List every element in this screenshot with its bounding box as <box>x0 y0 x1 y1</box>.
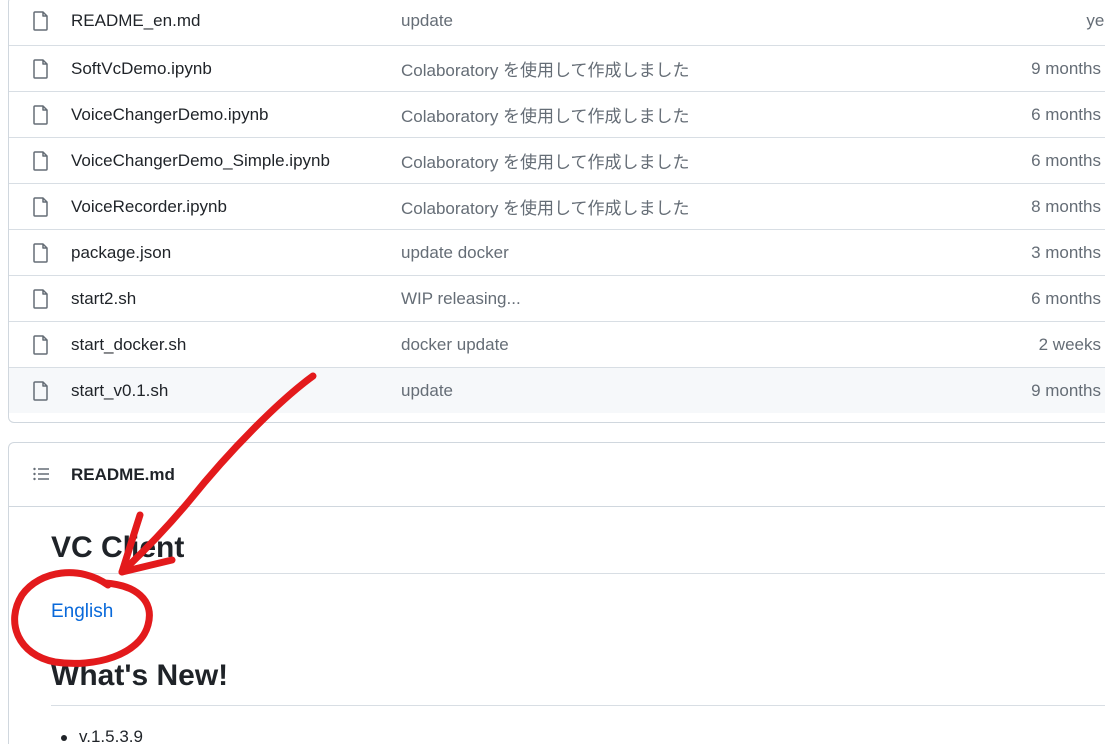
file-row[interactable]: package.json update docker 3 months <box>9 229 1105 275</box>
commit-date: 8 months <box>1031 196 1101 216</box>
page: README_en.md update yeste SoftVcDemo.ipy… <box>0 0 1105 744</box>
file-name[interactable]: start_v0.1.sh <box>71 381 168 401</box>
commit-message[interactable]: docker update <box>401 335 509 355</box>
commit-message[interactable]: Colaboratory を使用して作成しました <box>401 102 690 127</box>
file-row[interactable]: start2.sh WIP releasing... 6 months <box>9 275 1105 321</box>
file-icon <box>33 380 48 401</box>
commit-message[interactable]: update <box>401 11 453 31</box>
readme-header: README.md <box>9 443 1105 507</box>
readme-heading: VC Client <box>51 531 185 564</box>
commit-message[interactable]: update <box>401 381 453 401</box>
file-row[interactable]: VoiceChangerDemo_Simple.ipynb Colaborato… <box>9 137 1105 183</box>
english-link[interactable]: English <box>51 601 113 623</box>
commit-message[interactable]: update docker <box>401 243 509 263</box>
bullet <box>61 734 67 741</box>
file-icon <box>33 334 48 355</box>
file-icon <box>33 288 48 309</box>
file-icon <box>33 58 48 79</box>
file-name[interactable]: VoiceChangerDemo_Simple.ipynb <box>71 151 330 171</box>
divider <box>51 705 1105 706</box>
divider <box>51 573 1105 574</box>
section-heading: What's New! <box>51 659 229 692</box>
readme-panel: README.md VC Client English What's New! … <box>8 442 1105 744</box>
commit-date: 9 months <box>1031 380 1101 400</box>
readme-title[interactable]: README.md <box>71 465 175 485</box>
commit-date: 6 months <box>1031 104 1101 124</box>
file-row[interactable]: VoiceChangerDemo.ipynb Colaboratory を使用し… <box>9 91 1105 137</box>
file-icon <box>33 104 48 125</box>
file-row[interactable]: start_v0.1.sh update 9 months <box>9 367 1105 413</box>
file-name[interactable]: VoiceRecorder.ipynb <box>71 197 227 217</box>
file-row[interactable]: SoftVcDemo.ipynb Colaboratory を使用して作成しまし… <box>9 45 1105 91</box>
commit-message[interactable]: Colaboratory を使用して作成しました <box>401 56 690 81</box>
commit-message[interactable]: Colaboratory を使用して作成しました <box>401 148 690 173</box>
file-name[interactable]: SoftVcDemo.ipynb <box>71 59 212 79</box>
file-list: README_en.md update yeste SoftVcDemo.ipy… <box>8 0 1105 423</box>
commit-date: yeste <box>1086 11 1105 30</box>
file-icon <box>33 150 48 171</box>
list-item: v.1.5.3.9 <box>79 727 143 744</box>
commit-date: 3 months <box>1031 242 1101 262</box>
file-name[interactable]: package.json <box>71 243 171 263</box>
changelog-list: v.1.5.3.9 <box>51 727 143 744</box>
commit-date: 2 weeks <box>1038 334 1101 354</box>
commit-date: 6 months <box>1031 150 1101 170</box>
file-name[interactable]: start2.sh <box>71 289 136 309</box>
file-icon <box>33 11 48 31</box>
file-row[interactable]: start_docker.sh docker update 2 weeks <box>9 321 1105 367</box>
commit-message[interactable]: Colaboratory を使用して作成しました <box>401 194 690 219</box>
commit-date: 6 months <box>1031 288 1101 308</box>
file-row[interactable]: VoiceRecorder.ipynb Colaboratory を使用して作成… <box>9 183 1105 229</box>
file-name[interactable]: README_en.md <box>71 11 200 31</box>
file-row[interactable]: README_en.md update yeste <box>9 0 1105 45</box>
file-name[interactable]: VoiceChangerDemo.ipynb <box>71 105 269 125</box>
commit-date: 9 months <box>1031 58 1101 78</box>
file-icon <box>33 196 48 217</box>
list-unordered-icon[interactable] <box>33 467 49 481</box>
file-name[interactable]: start_docker.sh <box>71 335 186 355</box>
file-icon <box>33 242 48 263</box>
commit-message[interactable]: WIP releasing... <box>401 289 521 309</box>
